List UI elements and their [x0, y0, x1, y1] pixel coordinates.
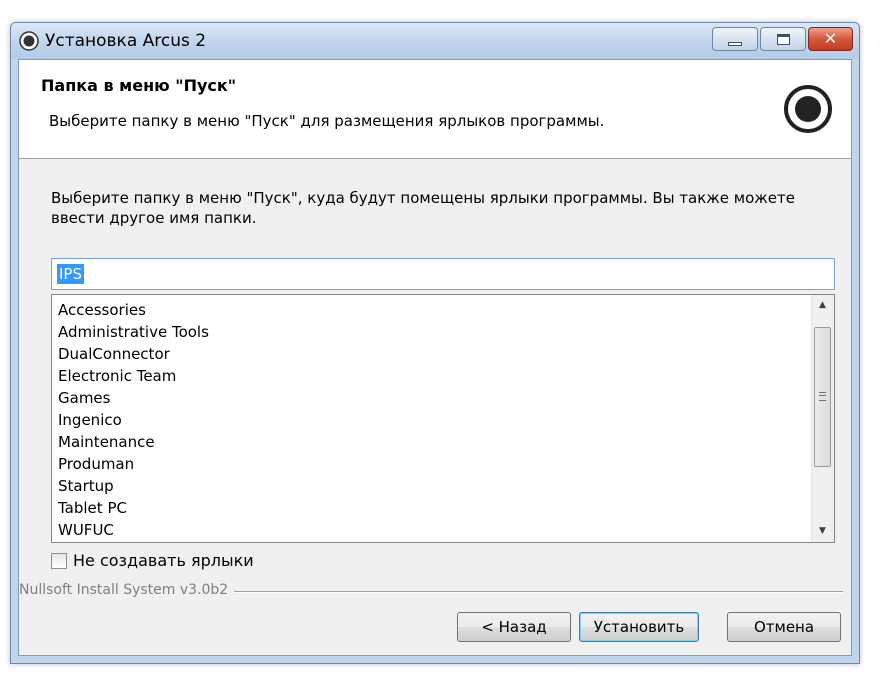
list-item[interactable]: Games	[58, 387, 788, 409]
list-item[interactable]: Ingenico	[58, 409, 788, 431]
window-title: Установка Arcus 2	[45, 31, 207, 51]
list-item[interactable]: Tablet PC	[58, 497, 788, 519]
installer-logo-icon	[784, 85, 832, 133]
cancel-button[interactable]: Отмена	[727, 612, 841, 642]
minimize-icon	[728, 42, 742, 46]
scroll-down-arrow-icon[interactable]: ▼	[812, 521, 833, 542]
list-item[interactable]: Administrative Tools	[58, 321, 788, 343]
page-header: Папка в меню "Пуск" Выберите папку в мен…	[19, 60, 851, 159]
back-button[interactable]: < Назад	[457, 612, 571, 642]
title-bar[interactable]: Установка Arcus 2 ✕	[11, 23, 859, 59]
list-item[interactable]: Startup	[58, 475, 788, 497]
vertical-scrollbar[interactable]: ▲ ▼	[811, 295, 834, 542]
instructions-text: Выберите папку в меню "Пуск", куда будут…	[51, 189, 796, 227]
close-button[interactable]: ✕	[808, 27, 853, 51]
client-area: Папка в меню "Пуск" Выберите папку в мен…	[18, 59, 852, 656]
list-item[interactable]: WUFUC	[58, 519, 788, 541]
installer-window: Установка Arcus 2 ✕ Папка в меню "Пуск" …	[10, 22, 860, 664]
install-button[interactable]: Установить	[579, 612, 699, 642]
list-item[interactable]: Produman	[58, 453, 788, 475]
list-item[interactable]: Accessories	[58, 299, 788, 321]
folder-list: Accessories Administrative Tools DualCon…	[58, 299, 788, 541]
list-item[interactable]: Maintenance	[58, 431, 788, 453]
list-item[interactable]: Electronic Team	[58, 365, 788, 387]
close-icon: ✕	[823, 29, 838, 48]
folder-name-input[interactable]	[51, 258, 835, 290]
minimize-button[interactable]	[712, 27, 758, 51]
grip-icon	[819, 392, 826, 401]
folder-listbox[interactable]: Accessories Administrative Tools DualCon…	[51, 294, 835, 543]
page-title: Папка в меню "Пуск"	[41, 76, 237, 95]
maximize-button[interactable]	[760, 27, 806, 51]
list-item[interactable]: DualConnector	[58, 343, 788, 365]
app-icon	[19, 31, 39, 51]
no-shortcuts-label[interactable]: Не создавать ярлыки	[73, 551, 254, 570]
nsis-branding: Nullsoft Install System v3.0b2	[19, 582, 235, 598]
no-shortcuts-checkbox[interactable]	[51, 553, 67, 569]
page-subtitle: Выберите папку в меню "Пуск" для размеще…	[49, 112, 605, 130]
scrollbar-thumb[interactable]	[814, 327, 831, 467]
folder-name-selection: IPS	[57, 264, 84, 284]
maximize-icon	[777, 34, 790, 45]
scroll-up-arrow-icon[interactable]: ▲	[812, 295, 833, 316]
